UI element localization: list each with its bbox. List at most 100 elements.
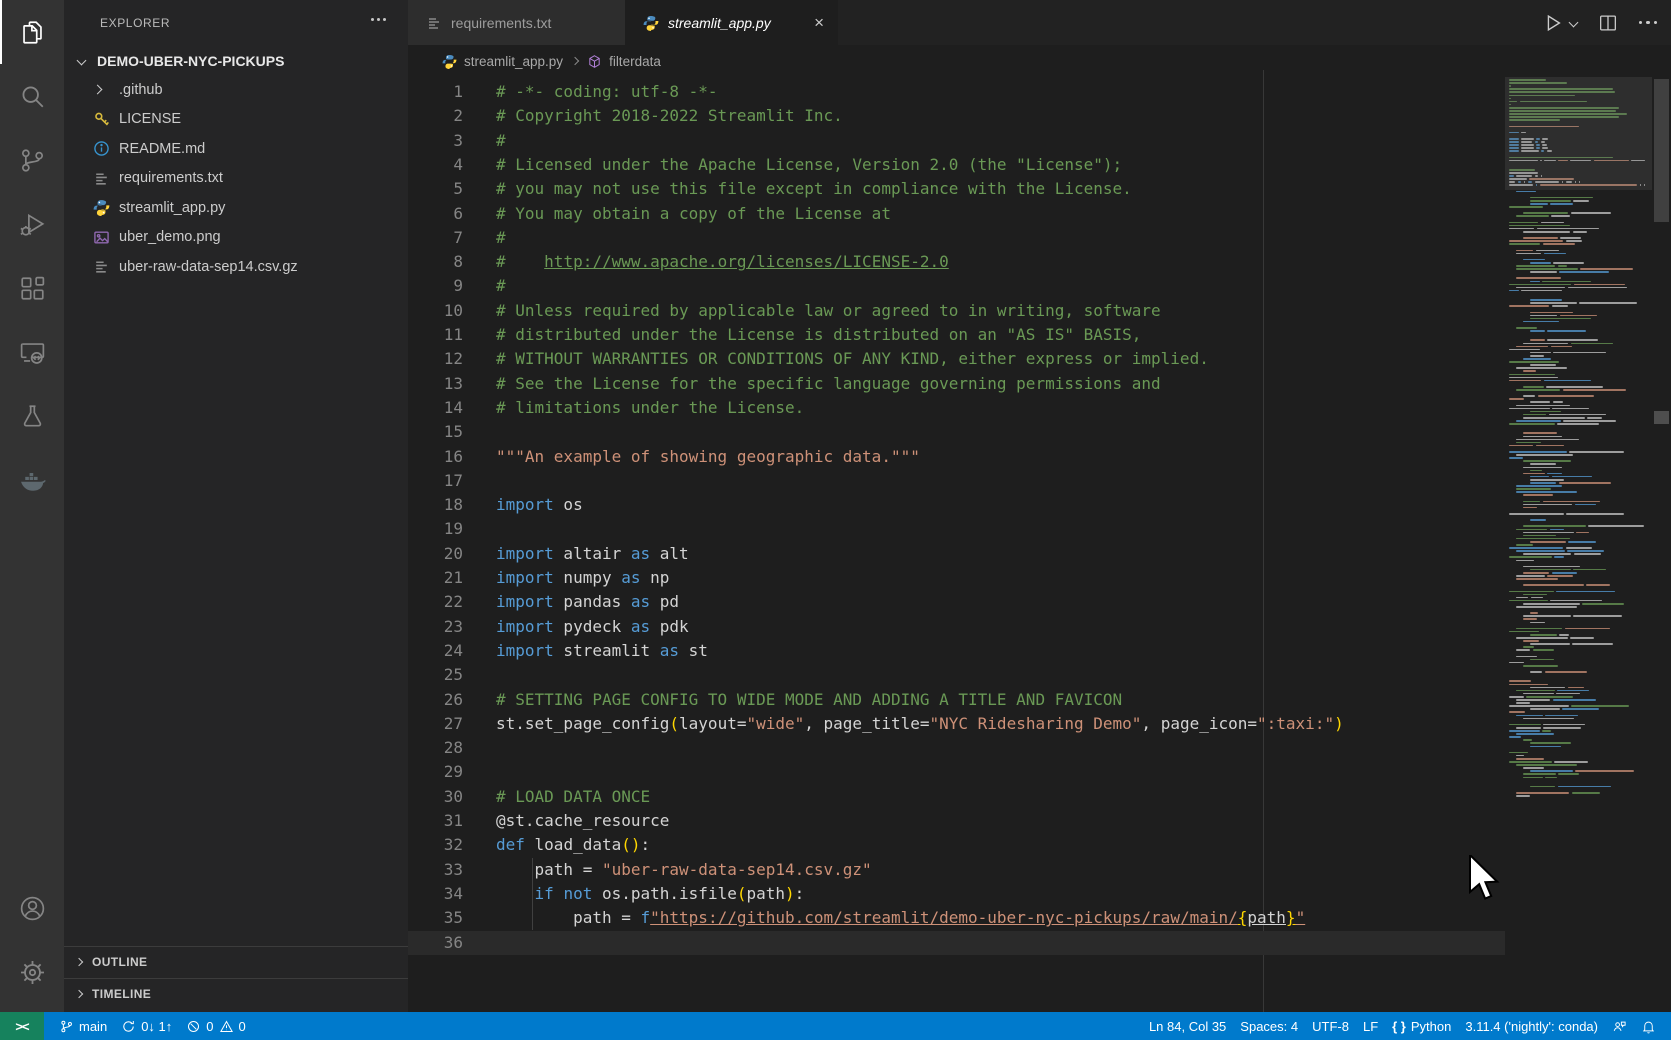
code-line-16[interactable]: 16"""An example of showing geographic da… — [408, 445, 1505, 469]
file-label: uber-raw-data-sep14.csv.gz — [119, 259, 298, 275]
file-row-uber-raw-data-sep14-csv-gz[interactable]: uber-raw-data-sep14.csv.gz — [64, 252, 408, 282]
code-line-36[interactable]: 36 — [408, 931, 1505, 955]
code-line-27[interactable]: 27st.set_page_config(layout="wide", page… — [408, 712, 1505, 736]
eol-sequence[interactable]: LF — [1356, 1012, 1385, 1040]
code-line-15[interactable]: 15 — [408, 420, 1505, 444]
line-number: 2 — [408, 104, 463, 128]
outline-section[interactable]: OUTLINE — [64, 946, 408, 977]
code-line-22[interactable]: 22import pandas as pd — [408, 590, 1505, 614]
line-content: import os — [496, 493, 583, 517]
line-content: # — [496, 274, 506, 298]
code-line-13[interactable]: 13# See the License for the specific lan… — [408, 372, 1505, 396]
tab-bar: requirements.txt streamlit_app.py × — [408, 0, 1671, 45]
code-line-28[interactable]: 28 — [408, 736, 1505, 760]
code-line-29[interactable]: 29 — [408, 760, 1505, 784]
code-line-23[interactable]: 23import pydeck as pdk — [408, 615, 1505, 639]
scrollbar-thumb[interactable] — [1654, 79, 1669, 222]
text-file-icon — [426, 15, 442, 31]
folder-root-row[interactable]: DEMO-UBER-NYC-PICKUPS — [64, 46, 408, 75]
close-icon[interactable]: × — [814, 14, 824, 31]
code-line-26[interactable]: 26# SETTING PAGE CONFIG TO WIDE MODE AND… — [408, 688, 1505, 712]
testing-icon[interactable] — [0, 384, 64, 448]
python-interpreter[interactable]: 3.11.4 ('nightly': conda) — [1458, 1012, 1605, 1040]
code-line-2[interactable]: 2# Copyright 2018-2022 Streamlit Inc. — [408, 104, 1505, 128]
activity-bar — [0, 0, 64, 1012]
explorer-icon[interactable] — [0, 0, 64, 64]
editor-actions — [1542, 0, 1658, 45]
code-line-11[interactable]: 11# distributed under the License is dis… — [408, 323, 1505, 347]
code-line-8[interactable]: 8# http://www.apache.org/licenses/LICENS… — [408, 250, 1505, 274]
search-icon[interactable] — [0, 64, 64, 128]
code-line-14[interactable]: 14# limitations under the License. — [408, 396, 1505, 420]
language-mode[interactable]: { } Python — [1385, 1012, 1458, 1040]
settings-gear-icon[interactable] — [0, 940, 64, 1004]
code-line-1[interactable]: 1# -*- coding: utf-8 -*- — [408, 80, 1505, 104]
branch-icon — [59, 1019, 74, 1034]
file-row-streamlit-app-py[interactable]: streamlit_app.py — [64, 193, 408, 223]
more-actions-icon[interactable] — [1639, 21, 1658, 25]
breadcrumb-symbol[interactable]: filterdata — [609, 54, 661, 69]
extensions-icon[interactable] — [0, 256, 64, 320]
account-icon[interactable] — [0, 876, 64, 940]
minimap-slider[interactable] — [1505, 77, 1652, 190]
code-line-32[interactable]: 32def load_data(): — [408, 833, 1505, 857]
indentation[interactable]: Spaces: 4 — [1233, 1012, 1305, 1040]
run-python-file-button[interactable] — [1542, 12, 1577, 34]
code-line-18[interactable]: 18import os — [408, 493, 1505, 517]
remote-explorer-icon[interactable] — [0, 320, 64, 384]
file-label: streamlit_app.py — [119, 200, 225, 216]
code-line-31[interactable]: 31@st.cache_resource — [408, 809, 1505, 833]
code-line-30[interactable]: 30# LOAD DATA ONCE — [408, 785, 1505, 809]
code-line-35[interactable]: 35 path = f"https://github.com/streamlit… — [408, 906, 1505, 930]
encoding[interactable]: UTF-8 — [1305, 1012, 1356, 1040]
code-line-6[interactable]: 6# You may obtain a copy of the License … — [408, 202, 1505, 226]
source-control-icon[interactable] — [0, 128, 64, 192]
code-line-19[interactable]: 19 — [408, 517, 1505, 541]
line-number: 13 — [408, 372, 463, 396]
code-line-7[interactable]: 7# — [408, 226, 1505, 250]
code-line-9[interactable]: 9# — [408, 274, 1505, 298]
cursor-position[interactable]: Ln 84, Col 35 — [1142, 1012, 1233, 1040]
tab-streamlit-app[interactable]: streamlit_app.py × — [625, 0, 838, 45]
timeline-section[interactable]: TIMELINE — [64, 978, 408, 1009]
run-debug-icon[interactable] — [0, 192, 64, 256]
breadcrumb-file[interactable]: streamlit_app.py — [464, 54, 563, 69]
code-line-5[interactable]: 5# you may not use this file except in c… — [408, 177, 1505, 201]
python-icon — [442, 54, 457, 69]
code-line-34[interactable]: 34 if not os.path.isfile(path): — [408, 882, 1505, 906]
code-line-33[interactable]: 33 path = "uber-raw-data-sep14.csv.gz" — [408, 858, 1505, 882]
notifications-bell-icon[interactable] — [1634, 1012, 1663, 1040]
branch-item[interactable]: main — [52, 1012, 114, 1040]
remote-indicator[interactable]: >< — [0, 1012, 44, 1040]
line-content: def load_data(): — [496, 833, 650, 857]
more-actions-icon[interactable] — [371, 18, 386, 21]
code-line-10[interactable]: 10# Unless required by applicable law or… — [408, 299, 1505, 323]
code-line-21[interactable]: 21import numpy as np — [408, 566, 1505, 590]
line-number: 10 — [408, 299, 463, 323]
code-line-4[interactable]: 4# Licensed under the Apache License, Ve… — [408, 153, 1505, 177]
split-editor-icon[interactable] — [1597, 12, 1619, 34]
docker-icon[interactable] — [0, 448, 64, 512]
line-content: import altair as alt — [496, 542, 689, 566]
image-icon — [92, 228, 110, 246]
explorer-sidebar: EXPLORER DEMO-UBER-NYC-PICKUPS .githubLI… — [64, 0, 408, 1012]
problems-item[interactable]: 0 0 — [179, 1012, 252, 1040]
file-row-requirements-txt[interactable]: requirements.txt — [64, 164, 408, 194]
tab-requirements[interactable]: requirements.txt — [408, 0, 625, 45]
minimap[interactable] — [1505, 77, 1652, 1012]
file-row-license[interactable]: LICENSE — [64, 105, 408, 135]
code-line-17[interactable]: 17 — [408, 469, 1505, 493]
code-line-12[interactable]: 12# WITHOUT WARRANTIES OR CONDITIONS OF … — [408, 347, 1505, 371]
code-line-20[interactable]: 20import altair as alt — [408, 542, 1505, 566]
line-content: # Licensed under the Apache License, Ver… — [496, 153, 1122, 177]
code-line-3[interactable]: 3# — [408, 129, 1505, 153]
scrollbar[interactable] — [1652, 77, 1671, 1012]
file-row--github[interactable]: .github — [64, 75, 408, 105]
sync-item[interactable]: 0↓ 1↑ — [114, 1012, 179, 1040]
file-row-readme-md[interactable]: README.md — [64, 134, 408, 164]
feedback-icon[interactable] — [1605, 1012, 1634, 1040]
code-line-24[interactable]: 24import streamlit as st — [408, 639, 1505, 663]
code-line-25[interactable]: 25 — [408, 663, 1505, 687]
file-row-uber-demo-png[interactable]: uber_demo.png — [64, 223, 408, 253]
tab-label: streamlit_app.py — [668, 15, 771, 31]
